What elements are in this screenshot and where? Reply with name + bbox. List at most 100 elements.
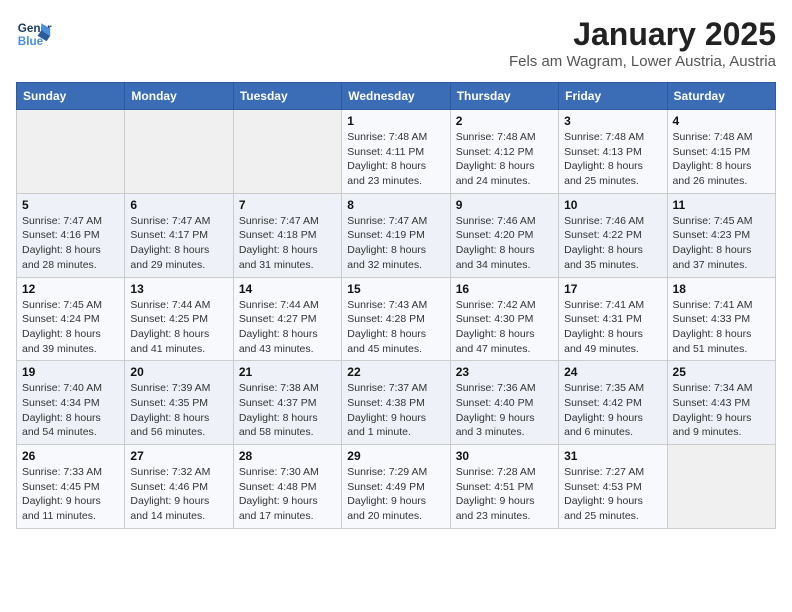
day-number: 6 [130,198,227,212]
calendar-cell: 11 Sunrise: 7:45 AM Sunset: 4:23 PM Dayli… [667,193,775,277]
day-number: 3 [564,114,661,128]
day-number: 13 [130,282,227,296]
day-info: Sunrise: 7:44 AM Sunset: 4:25 PM Dayligh… [130,298,227,357]
calendar-cell: 10Sunrise: 7:46 AM Sunset: 4:22 PM Dayli… [559,193,667,277]
day-info: Sunrise: 7:41 AM Sunset: 4:33 PM Dayligh… [673,298,770,357]
calendar-cell: 15 Sunrise: 7:43 AM Sunset: 4:28 PM Dayli… [342,277,450,361]
day-number: 22 [347,365,444,379]
day-info: Sunrise: 7:45 AM Sunset: 4:24 PM Dayligh… [22,298,119,357]
calendar-cell [667,445,775,529]
calendar-cell: 5 Sunrise: 7:47 AM Sunset: 4:16 PM Daylig… [17,193,125,277]
weekday-header-friday: Friday [559,83,667,110]
day-number: 25 [673,365,770,379]
day-info: Sunrise: 7:48 AM Sunset: 4:13 PM Dayligh… [564,130,661,189]
day-number: 15 [347,282,444,296]
day-number: 1 [347,114,444,128]
day-info: Sunrise: 7:29 AM Sunset: 4:49 PM Dayligh… [347,465,444,524]
calendar-cell: 3 Sunrise: 7:48 AM Sunset: 4:13 PM Daylig… [559,110,667,194]
calendar-cell [233,110,341,194]
weekday-header-row: SundayMondayTuesdayWednesdayThursdayFrid… [17,83,776,110]
calendar-cell: 2 Sunrise: 7:48 AM Sunset: 4:12 PM Daylig… [450,110,558,194]
day-info: Sunrise: 7:42 AM Sunset: 4:30 PM Dayligh… [456,298,553,357]
day-number: 2 [456,114,553,128]
day-info: Sunrise: 7:43 AM Sunset: 4:28 PM Dayligh… [347,298,444,357]
day-number: 11 [673,198,770,212]
day-number: 14 [239,282,336,296]
day-info: Sunrise: 7:41 AM Sunset: 4:31 PM Dayligh… [564,298,661,357]
calendar-cell: 13 Sunrise: 7:44 AM Sunset: 4:25 PM Dayli… [125,277,233,361]
calendar-cell: 7 Sunrise: 7:47 AM Sunset: 4:18 PM Daylig… [233,193,341,277]
calendar-cell: 19 Sunrise: 7:40 AM Sunset: 4:34 PM Dayli… [17,361,125,445]
day-number: 8 [347,198,444,212]
weekday-header-tuesday: Tuesday [233,83,341,110]
weekday-header-wednesday: Wednesday [342,83,450,110]
calendar-cell: 29 Sunrise: 7:29 AM Sunset: 4:49 PM Dayli… [342,445,450,529]
day-number: 28 [239,449,336,463]
calendar-table: SundayMondayTuesdayWednesdayThursdayFrid… [16,82,776,529]
day-number: 26 [22,449,119,463]
day-info: Sunrise: 7:48 AM Sunset: 4:12 PM Dayligh… [456,130,553,189]
calendar-cell: 21Sunrise: 7:38 AM Sunset: 4:37 PM Dayli… [233,361,341,445]
calendar-cell: 8 Sunrise: 7:47 AM Sunset: 4:19 PM Daylig… [342,193,450,277]
day-number: 7 [239,198,336,212]
day-info: Sunrise: 7:48 AM Sunset: 4:11 PM Dayligh… [347,130,444,189]
calendar-cell: 28 Sunrise: 7:30 AM Sunset: 4:48 PM Dayli… [233,445,341,529]
day-info: Sunrise: 7:47 AM Sunset: 4:17 PM Dayligh… [130,214,227,273]
calendar-cell: 14 Sunrise: 7:44 AM Sunset: 4:27 PM Dayli… [233,277,341,361]
calendar-cell: 24 Sunrise: 7:35 AM Sunset: 4:42 PM Dayli… [559,361,667,445]
day-info: Sunrise: 7:47 AM Sunset: 4:19 PM Dayligh… [347,214,444,273]
calendar-week-4: 19 Sunrise: 7:40 AM Sunset: 4:34 PM Dayli… [17,361,776,445]
logo: General Blue [16,16,52,52]
day-number: 20 [130,365,227,379]
calendar-cell: 1 Sunrise: 7:48 AM Sunset: 4:11 PM Daylig… [342,110,450,194]
calendar-cell: 18 Sunrise: 7:41 AM Sunset: 4:33 PM Dayli… [667,277,775,361]
calendar-cell: 22 Sunrise: 7:37 AM Sunset: 4:38 PM Dayli… [342,361,450,445]
day-info: Sunrise: 7:36 AM Sunset: 4:40 PM Dayligh… [456,381,553,440]
day-number: 4 [673,114,770,128]
calendar-cell: 17 Sunrise: 7:41 AM Sunset: 4:31 PM Dayli… [559,277,667,361]
day-info: Sunrise: 7:35 AM Sunset: 4:42 PM Dayligh… [564,381,661,440]
day-number: 31 [564,449,661,463]
calendar-cell: 16Sunrise: 7:42 AM Sunset: 4:30 PM Dayli… [450,277,558,361]
logo-icon: General Blue [16,16,52,52]
day-number: 24 [564,365,661,379]
day-info: Sunrise: 7:44 AM Sunset: 4:27 PM Dayligh… [239,298,336,357]
day-info: Sunrise: 7:47 AM Sunset: 4:16 PM Dayligh… [22,214,119,273]
day-number: 23 [456,365,553,379]
calendar-cell: 20 Sunrise: 7:39 AM Sunset: 4:35 PM Dayli… [125,361,233,445]
day-number: 29 [347,449,444,463]
page-title: January 2025 [509,16,776,53]
day-number: 18 [673,282,770,296]
day-info: Sunrise: 7:37 AM Sunset: 4:38 PM Dayligh… [347,381,444,440]
calendar-cell: 26 Sunrise: 7:33 AM Sunset: 4:45 PM Dayli… [17,445,125,529]
day-number: 17 [564,282,661,296]
calendar-cell: 6 Sunrise: 7:47 AM Sunset: 4:17 PM Daylig… [125,193,233,277]
day-info: Sunrise: 7:47 AM Sunset: 4:18 PM Dayligh… [239,214,336,273]
weekday-header-sunday: Sunday [17,83,125,110]
day-number: 19 [22,365,119,379]
calendar-week-2: 5 Sunrise: 7:47 AM Sunset: 4:16 PM Daylig… [17,193,776,277]
day-info: Sunrise: 7:33 AM Sunset: 4:45 PM Dayligh… [22,465,119,524]
day-number: 10 [564,198,661,212]
day-info: Sunrise: 7:38 AM Sunset: 4:37 PM Dayligh… [239,381,336,440]
weekday-header-monday: Monday [125,83,233,110]
calendar-week-3: 12Sunrise: 7:45 AM Sunset: 4:24 PM Dayli… [17,277,776,361]
day-info: Sunrise: 7:46 AM Sunset: 4:20 PM Dayligh… [456,214,553,273]
calendar-cell: 23 Sunrise: 7:36 AM Sunset: 4:40 PM Dayli… [450,361,558,445]
day-number: 30 [456,449,553,463]
day-number: 5 [22,198,119,212]
day-info: Sunrise: 7:39 AM Sunset: 4:35 PM Dayligh… [130,381,227,440]
day-number: 27 [130,449,227,463]
day-info: Sunrise: 7:40 AM Sunset: 4:34 PM Dayligh… [22,381,119,440]
calendar-cell [125,110,233,194]
calendar-cell: 9 Sunrise: 7:46 AM Sunset: 4:20 PM Daylig… [450,193,558,277]
day-number: 9 [456,198,553,212]
page-header: General Blue January 2025 Fels am Wagram… [16,16,776,70]
day-info: Sunrise: 7:34 AM Sunset: 4:43 PM Dayligh… [673,381,770,440]
calendar-cell: 12Sunrise: 7:45 AM Sunset: 4:24 PM Dayli… [17,277,125,361]
day-info: Sunrise: 7:45 AM Sunset: 4:23 PM Dayligh… [673,214,770,273]
day-info: Sunrise: 7:30 AM Sunset: 4:48 PM Dayligh… [239,465,336,524]
calendar-cell [17,110,125,194]
calendar-week-5: 26 Sunrise: 7:33 AM Sunset: 4:45 PM Dayli… [17,445,776,529]
page-subtitle: Fels am Wagram, Lower Austria, Austria [509,53,776,70]
